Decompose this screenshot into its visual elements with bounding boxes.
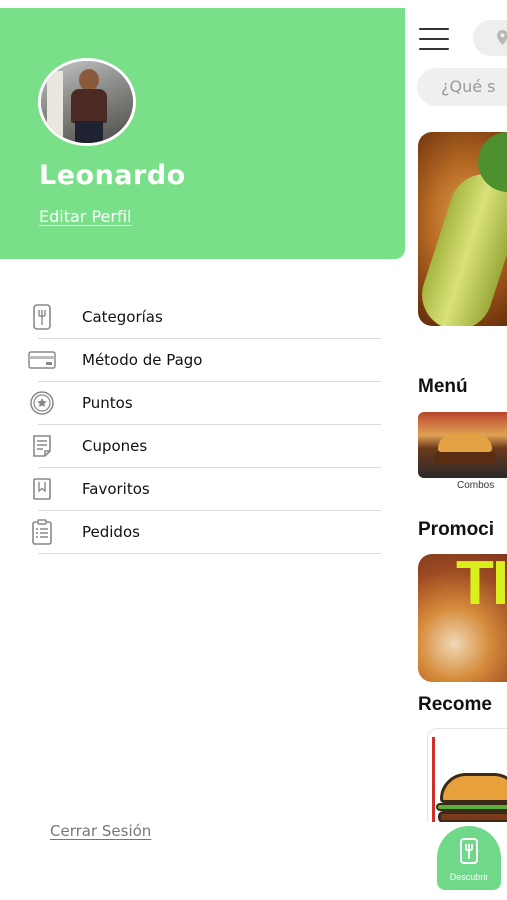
menu-item-cupones[interactable]: Cupones <box>0 425 405 468</box>
menu-item-metodo-pago[interactable]: Método de Pago <box>0 339 405 382</box>
menu-section-title: Menú <box>418 376 468 397</box>
menu-item-puntos[interactable]: Puntos <box>0 382 405 425</box>
side-drawer: Leonardo Editar Perfil Categorías Método… <box>0 0 405 900</box>
menu-item-label: Método de Pago <box>82 351 203 369</box>
drawer-menu: Categorías Método de Pago Puntos Cupones… <box>0 296 405 554</box>
menu-category-card[interactable] <box>418 412 507 478</box>
menu-item-label: Favoritos <box>82 480 150 498</box>
promo-card[interactable]: TI <box>418 554 507 682</box>
recommended-section-title: Recome <box>418 694 492 715</box>
promos-section-title: Promoci <box>418 519 495 540</box>
promo-text: TI <box>456 554 507 618</box>
star-badge-icon <box>28 391 56 415</box>
location-button[interactable] <box>473 20 507 56</box>
edit-profile-link[interactable]: Editar Perfil <box>39 207 131 226</box>
avatar[interactable] <box>38 58 136 146</box>
menu-item-label: Categorías <box>82 308 163 326</box>
bottom-nav: Descubrir <box>405 822 507 900</box>
menu-category-label: Combos <box>457 480 495 491</box>
location-pin-icon <box>497 30 507 45</box>
fork-knife-icon <box>28 304 56 330</box>
logout-link[interactable]: Cerrar Sesión <box>50 822 151 840</box>
discover-label: Descubrir <box>449 872 489 882</box>
menu-item-label: Cupones <box>82 437 148 455</box>
hamburger-menu-icon[interactable] <box>419 28 449 50</box>
clipboard-icon <box>28 519 56 545</box>
menu-item-favoritos[interactable]: Favoritos <box>0 468 405 511</box>
menu-item-pedidos[interactable]: Pedidos <box>0 511 405 554</box>
menu-item-categorias[interactable]: Categorías <box>0 296 405 339</box>
coupon-icon <box>28 435 56 457</box>
menu-item-label: Puntos <box>82 394 133 412</box>
featured-banner[interactable] <box>418 132 507 326</box>
discover-button[interactable]: Descubrir <box>437 826 501 890</box>
main-screen: ¿Qué s Menú Combos Promoci TI Recome Des… <box>405 0 507 900</box>
user-name: Leonardo <box>39 160 186 191</box>
bookmark-icon <box>28 478 56 500</box>
menu-item-label: Pedidos <box>82 523 140 541</box>
search-input[interactable]: ¿Qué s <box>417 68 507 106</box>
credit-card-icon <box>28 349 56 371</box>
discover-icon <box>460 838 478 864</box>
drawer-header: Leonardo Editar Perfil <box>0 8 405 259</box>
